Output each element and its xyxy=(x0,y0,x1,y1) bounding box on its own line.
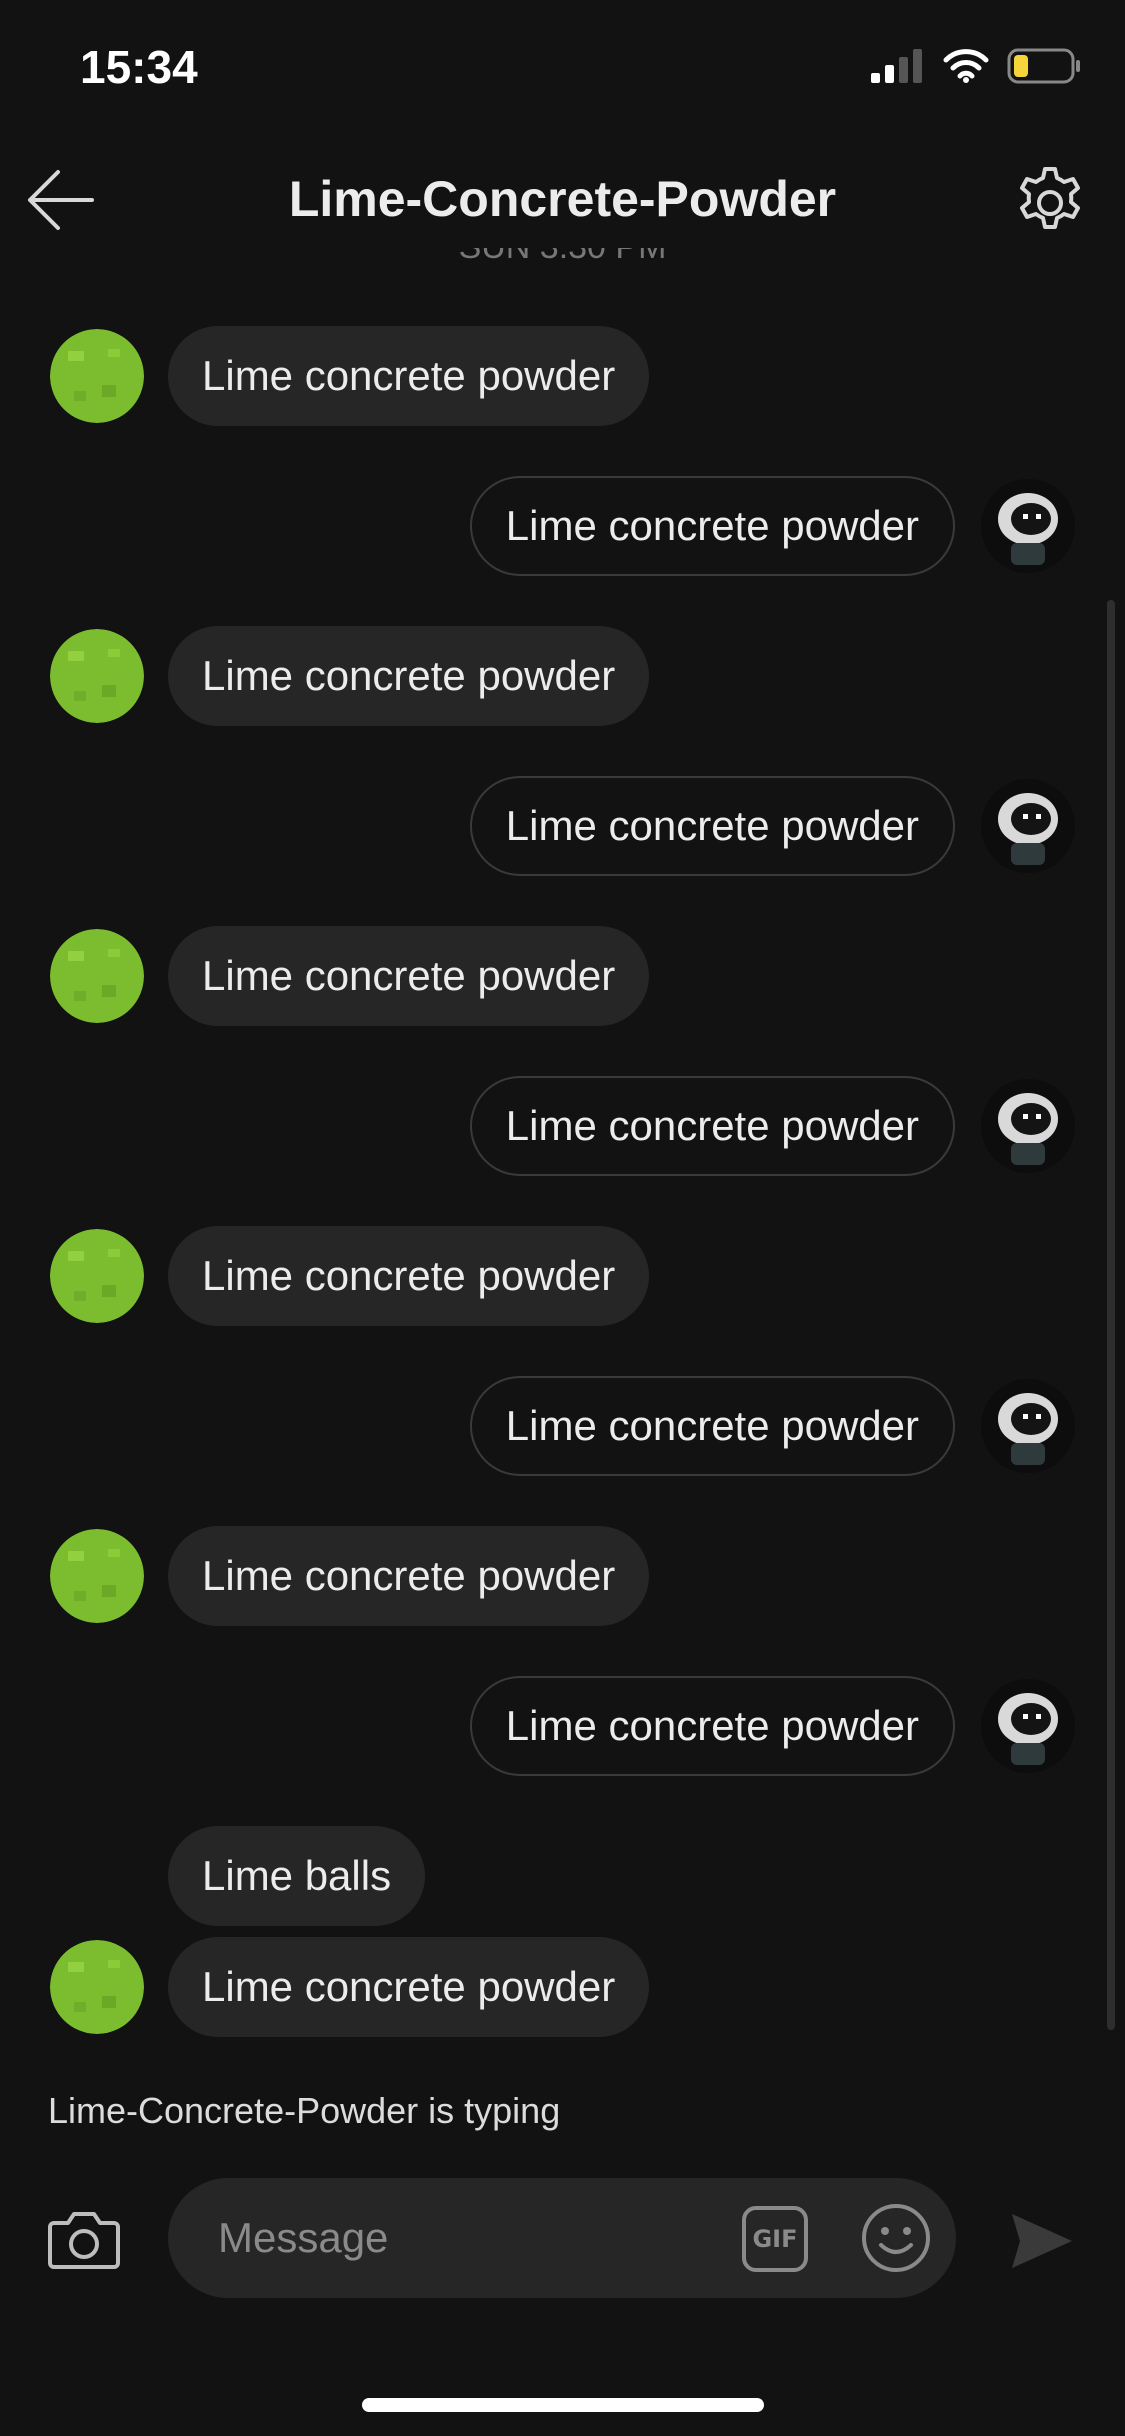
message-row: Lime concrete powder xyxy=(0,1076,1125,1176)
message-row: Lime concrete powder xyxy=(0,476,1125,576)
camera-button[interactable] xyxy=(46,2202,122,2278)
wifi-icon xyxy=(943,49,989,83)
incoming-message[interactable]: Lime concrete powder xyxy=(168,926,650,1026)
status-bar: 15:34 xyxy=(0,0,1125,140)
outgoing-message[interactable]: Lime concrete powder xyxy=(469,1676,955,1776)
astronaut-avatar[interactable] xyxy=(981,1379,1075,1473)
message-row: Lime concrete powder xyxy=(0,626,1125,726)
message-input[interactable] xyxy=(218,2178,668,2298)
outgoing-message[interactable]: Lime concrete powder xyxy=(469,476,955,576)
gif-button[interactable]: GIF xyxy=(742,2206,808,2272)
message-row: Lime concrete powder xyxy=(0,776,1125,876)
message-input-container: GIF xyxy=(168,2178,956,2298)
outgoing-message[interactable]: Lime concrete powder xyxy=(469,776,955,876)
message-list[interactable]: Lime concrete powder Lime concrete powde… xyxy=(0,280,1125,2040)
lime-concrete-avatar[interactable] xyxy=(50,629,144,723)
timestamp-container: SUN 3:30 PM xyxy=(0,248,1125,276)
status-icons xyxy=(871,48,1081,84)
astronaut-avatar[interactable] xyxy=(981,1079,1075,1173)
lime-concrete-avatar[interactable] xyxy=(50,1529,144,1623)
lime-concrete-avatar[interactable] xyxy=(50,929,144,1023)
gear-icon xyxy=(1020,167,1080,229)
camera-icon xyxy=(48,2212,120,2269)
home-indicator[interactable] xyxy=(362,2398,764,2412)
lime-concrete-avatar[interactable] xyxy=(50,329,144,423)
incoming-message[interactable]: Lime concrete powder xyxy=(168,1226,650,1326)
signal-icon xyxy=(871,49,922,83)
message-row: Lime concrete powder xyxy=(0,326,1125,426)
incoming-message[interactable]: Lime balls xyxy=(168,1826,426,1926)
message-timestamp: SUN 3:30 PM xyxy=(0,248,1125,267)
incoming-message[interactable]: Lime concrete powder xyxy=(168,626,650,726)
smiley-icon[interactable] xyxy=(860,2202,932,2274)
message-row: Lime concrete powder xyxy=(0,1937,1125,2037)
incoming-message[interactable]: Lime concrete powder xyxy=(168,1526,650,1626)
status-time: 15:34 xyxy=(80,41,198,93)
message-row: Lime concrete powder xyxy=(0,1526,1125,1626)
lime-concrete-avatar[interactable] xyxy=(50,1940,144,2034)
battery-icon xyxy=(1007,48,1080,84)
lime-concrete-avatar[interactable] xyxy=(50,1229,144,1323)
chat-title: Lime-Concrete-Powder xyxy=(288,171,837,227)
astronaut-avatar[interactable] xyxy=(981,1679,1075,1773)
outgoing-message[interactable]: Lime concrete powder xyxy=(469,1376,955,1476)
message-composer: GIF xyxy=(0,2170,1125,2310)
incoming-message[interactable]: Lime concrete powder xyxy=(168,326,650,426)
message-scrollbar[interactable] xyxy=(1107,600,1115,2030)
message-row: Lime concrete powder xyxy=(0,1376,1125,1476)
chat-header: Lime-Concrete-Powder xyxy=(0,140,1125,260)
message-row: Lime concrete powder xyxy=(0,1226,1125,1326)
incoming-message[interactable]: Lime concrete powder xyxy=(168,1937,650,2037)
astronaut-avatar[interactable] xyxy=(981,479,1075,573)
message-row: Lime concrete powder xyxy=(0,926,1125,1026)
send-icon[interactable] xyxy=(1006,2206,1076,2276)
outgoing-message[interactable]: Lime concrete powder xyxy=(469,1076,955,1176)
message-row: Lime concrete powder xyxy=(0,1676,1125,1776)
astronaut-avatar[interactable] xyxy=(981,779,1075,873)
typing-indicator: Lime-Concrete-Powder is typing xyxy=(48,2090,561,2131)
settings-button[interactable] xyxy=(1009,162,1091,244)
message-row: Lime balls xyxy=(0,1826,1125,1926)
